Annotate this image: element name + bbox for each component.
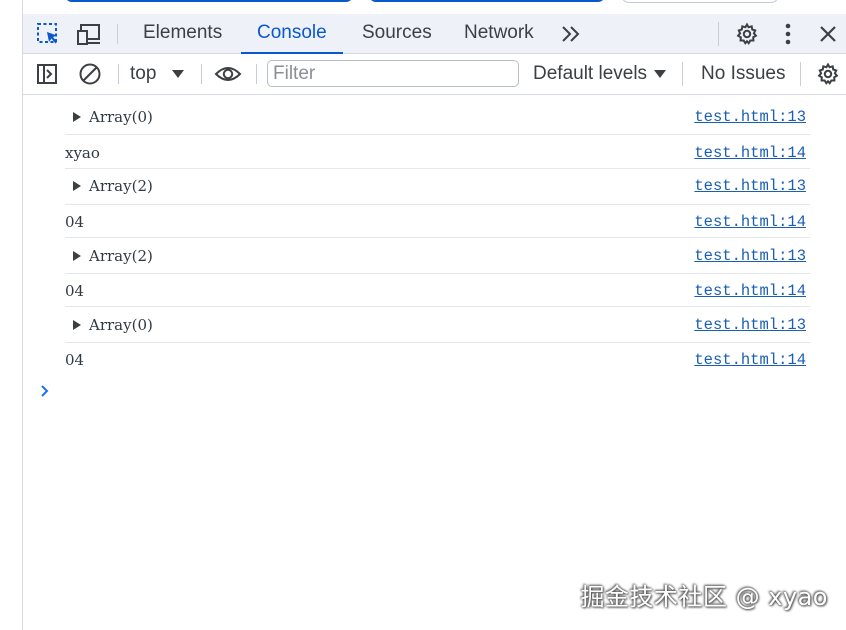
console-message: xyao	[65, 144, 100, 162]
tab-sources[interactable]: Sources	[346, 14, 448, 54]
console-message-row: Array(2) test.html:13	[65, 238, 810, 274]
toolbar-divider	[718, 22, 719, 46]
console-message-row: xyao test.html:14	[65, 135, 810, 169]
live-expression-eye-icon[interactable]	[213, 63, 243, 85]
filter-input[interactable]	[267, 60, 519, 87]
toolbar-divider	[800, 62, 801, 86]
browser-button-white[interactable]	[621, 0, 779, 3]
source-link[interactable]: test.html:13	[694, 316, 806, 334]
expand-triangle-icon[interactable]	[73, 251, 81, 261]
source-link[interactable]: test.html:14	[694, 282, 806, 300]
tab-console[interactable]: Console	[241, 14, 343, 54]
console-message-row: Array(0) test.html:13	[65, 95, 810, 135]
browser-button-blue-1[interactable]	[65, 0, 353, 2]
console-message[interactable]: Array(2)	[89, 177, 153, 195]
console-message-row: 04 test.html:14	[65, 205, 810, 238]
expand-triangle-icon[interactable]	[73, 181, 81, 191]
clear-console-icon[interactable]	[77, 62, 103, 86]
device-toolbar-icon[interactable]	[75, 22, 103, 46]
log-levels-selector[interactable]: Default levels	[533, 54, 647, 94]
console-message[interactable]: Array(2)	[89, 247, 153, 265]
console-message-row: 04 test.html:14	[65, 343, 810, 376]
console-message: 04	[65, 351, 85, 369]
source-link[interactable]: test.html:14	[694, 351, 806, 369]
more-tabs-chevron-icon[interactable]	[559, 23, 583, 45]
toolbar-divider	[201, 64, 202, 84]
context-selector[interactable]: top	[130, 54, 156, 94]
toolbar-divider	[256, 64, 257, 84]
close-icon[interactable]	[817, 23, 839, 45]
browser-button-blue-2[interactable]	[369, 0, 605, 2]
expand-triangle-icon[interactable]	[73, 112, 81, 122]
more-options-kebab-icon[interactable]	[777, 22, 799, 46]
context-dropdown-arrow-icon[interactable]	[171, 66, 185, 82]
console-message[interactable]: Array(0)	[89, 316, 153, 334]
source-link[interactable]: test.html:13	[694, 177, 806, 195]
tab-elements[interactable]: Elements	[127, 14, 238, 54]
console-toolbar: top Default levels No Issues	[23, 54, 846, 95]
source-link[interactable]: test.html:14	[694, 213, 806, 231]
expand-triangle-icon[interactable]	[73, 320, 81, 330]
source-link[interactable]: test.html:13	[694, 108, 806, 126]
source-link[interactable]: test.html:14	[694, 144, 806, 162]
toolbar-divider	[682, 62, 683, 86]
issues-counter[interactable]: No Issues	[701, 54, 785, 94]
inspect-element-icon[interactable]	[35, 22, 61, 46]
console-message-row: Array(2) test.html:13	[65, 169, 810, 205]
browser-top-strip	[23, 0, 846, 14]
source-link[interactable]: test.html:13	[694, 247, 806, 265]
console-message-row: 04 test.html:14	[65, 274, 810, 307]
console-settings-gear-icon[interactable]	[815, 62, 841, 86]
settings-gear-icon[interactable]	[734, 22, 760, 46]
console-message: 04	[65, 282, 85, 300]
watermark: 掘金技术社区 @ xyao	[580, 583, 828, 611]
console-message: 04	[65, 213, 85, 231]
sidebar-toggle-icon[interactable]	[35, 62, 59, 86]
toolbar-divider	[118, 64, 119, 84]
console-prompt-chevron-icon[interactable]	[39, 382, 51, 405]
levels-dropdown-arrow-icon[interactable]	[653, 66, 667, 82]
tab-network[interactable]: Network	[448, 14, 550, 54]
devtools-tab-bar: Elements Console Sources Network	[23, 14, 846, 54]
console-message-row: Array(0) test.html:13	[65, 307, 810, 343]
toolbar-divider	[117, 24, 118, 44]
console-message[interactable]: Array(0)	[89, 108, 153, 126]
